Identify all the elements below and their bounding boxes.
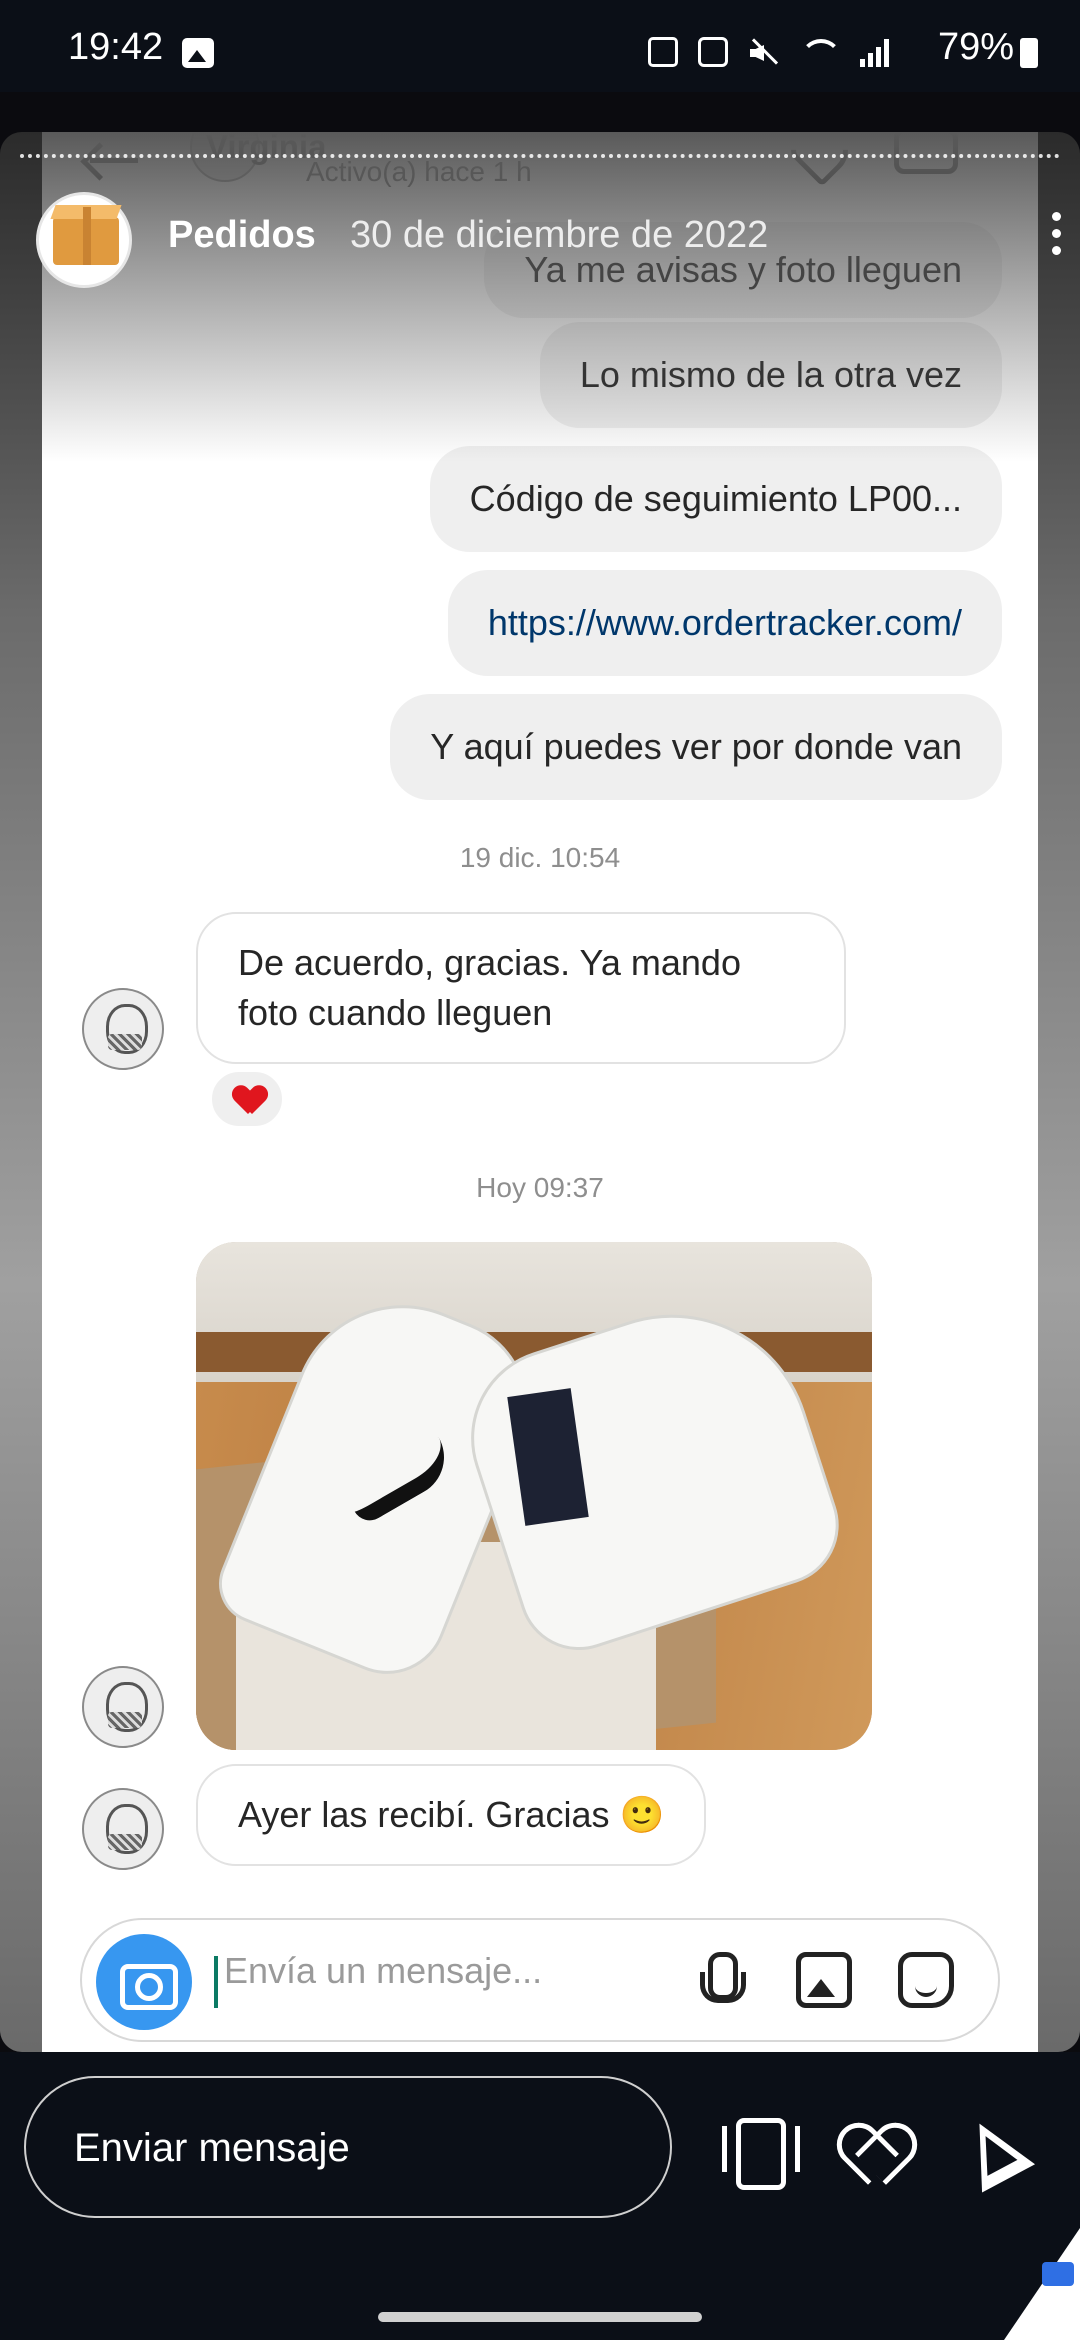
battery-icon	[1020, 38, 1038, 68]
story-avatar[interactable]	[36, 192, 132, 288]
message-timestamp: Hoy 09:37	[476, 1172, 604, 1203]
send-message-input[interactable]: Enviar mensaje	[24, 2076, 672, 2218]
message-timestamp: 19 dic. 10:54	[459, 842, 621, 873]
wifi-icon	[798, 37, 842, 67]
message-incoming: Ayer las recibí. Gracias 🙂	[196, 1764, 707, 1866]
upload-folder-icon	[1042, 2262, 1074, 2286]
message-reaction	[210, 1070, 284, 1128]
microphone-icon	[700, 1952, 746, 2012]
mute-icon	[748, 37, 778, 67]
message-outgoing: Código de seguimiento LP00...	[429, 446, 1002, 552]
more-options-icon[interactable]	[1050, 212, 1062, 262]
package-icon	[53, 207, 119, 265]
story-card[interactable]: Virginia Activo(a) hace 1 h Ya me avisas…	[0, 132, 1080, 2052]
gallery-icon	[182, 38, 214, 68]
like-heart-icon[interactable]	[842, 2128, 908, 2184]
status-bar: 19:42 79%	[0, 0, 1080, 92]
heart-icon	[234, 1086, 266, 1116]
sticker-icon	[898, 1952, 954, 2008]
send-icon[interactable]	[964, 2120, 1032, 2188]
contact-status: Activo(a) hace 1 h	[306, 156, 532, 187]
message-outgoing: Lo mismo de la otra vez	[539, 322, 1002, 428]
story-title[interactable]: Pedidos	[168, 214, 316, 257]
gallery-icon	[796, 1952, 852, 2008]
story-date: 30 de diciembre de 2022	[350, 214, 769, 256]
battery-percentage: 79%	[937, 26, 1014, 68]
upload-icon	[648, 37, 678, 67]
message-incoming: De acuerdo, gracias. Ya mando foto cuand…	[196, 912, 846, 1064]
contact-avatar	[82, 988, 164, 1070]
contact-avatar	[82, 1666, 164, 1748]
text-caret	[214, 1956, 218, 2008]
message-link: https://www.ordertracker.com/	[447, 570, 1002, 676]
status-time: 19:42	[68, 26, 164, 68]
chat-screenshot: Virginia Activo(a) hace 1 h Ya me avisas…	[42, 132, 1038, 2052]
status-icons	[648, 34, 894, 70]
camera-icon	[96, 1934, 192, 2030]
composer-placeholder: Envía un mensaje...	[224, 1950, 543, 1991]
video-call-icon	[894, 132, 958, 174]
sneakers-photo	[196, 1242, 872, 1750]
message-outgoing: Y aquí puedes ver por donde van	[390, 694, 1002, 800]
message-composer: Envía un mensaje...	[80, 1918, 1000, 2042]
story-progress	[20, 154, 1060, 158]
tracking-link[interactable]: https://www.ordertracker.com/	[488, 598, 962, 648]
carousel-icon[interactable]	[722, 2118, 800, 2190]
signal-icon	[860, 37, 894, 67]
home-indicator[interactable]	[378, 2312, 702, 2322]
phone-icon	[785, 132, 859, 187]
reply-bar: Enviar mensaje	[0, 2052, 1080, 2340]
send-message-placeholder: Enviar mensaje	[74, 2126, 350, 2170]
nfc-icon	[698, 37, 728, 67]
contact-avatar	[82, 1788, 164, 1870]
